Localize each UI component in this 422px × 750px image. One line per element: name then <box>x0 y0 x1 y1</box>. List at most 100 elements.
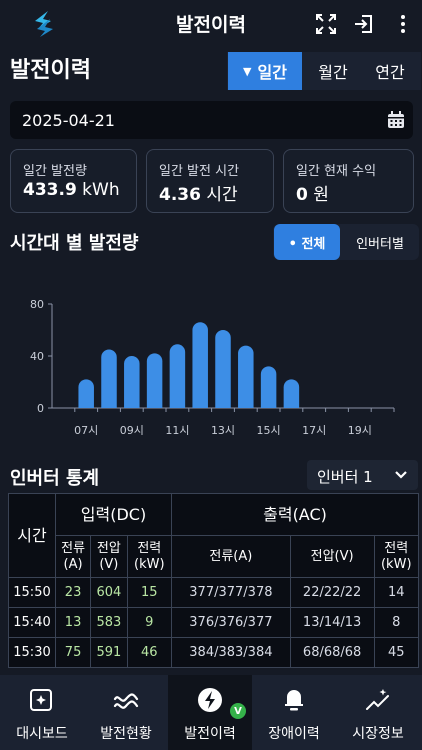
column-header-output-ac: 출력(AC) <box>171 493 419 536</box>
cell-time: 15:30 <box>8 637 56 668</box>
wave-chart-icon <box>113 693 139 709</box>
cell-in-v: 583 <box>90 607 128 638</box>
card-value: 433.9 kWh <box>23 180 120 200</box>
page-title: 발전이력 <box>10 58 91 83</box>
card-label: 일간 발전량 <box>23 164 87 179</box>
lightning-icon <box>198 688 222 712</box>
date-picker[interactable]: 2025-04-21 <box>10 101 413 139</box>
cell-out-v: 13/14/13 <box>289 607 375 638</box>
bar-11시[interactable] <box>169 344 186 408</box>
date-value: 2025-04-21 <box>22 111 115 130</box>
sparkle-trend-icon <box>366 689 389 710</box>
cell-in-kw: 46 <box>126 637 173 668</box>
cell-in-kw: 15 <box>126 577 173 608</box>
cell-out-kw: 14 <box>373 577 419 608</box>
tab-daily[interactable]: ▼ 일간 <box>228 52 302 90</box>
y-tick-label: 0 <box>37 402 44 415</box>
cell-in-v: 604 <box>90 577 128 608</box>
column-subheader: 전압(V) <box>289 535 375 578</box>
column-header-time: 시간 <box>8 493 56 578</box>
cell-out-kw: 45 <box>373 637 419 668</box>
bar-16시[interactable] <box>283 379 300 408</box>
hourly-generation-chart: 0 40 80 07시 09시 11시 13시 15시 17시 19시 <box>30 298 395 437</box>
table-row: 15:50 23 604 15 377/377/378 22/22/22 14 <box>8 577 419 608</box>
tab-monthly-label: 월간 <box>318 63 348 82</box>
x-tick-label: 13시 <box>211 424 235 437</box>
card-label: 일간 현재 수익 <box>296 164 377 179</box>
cell-out-v: 22/22/22 <box>289 577 375 608</box>
card-value: 4.36 시간 <box>159 185 238 205</box>
cell-in-kw: 9 <box>126 607 173 638</box>
table-row: 15:30 75 591 46 384/383/384 68/68/68 45 <box>8 637 419 668</box>
more-vertical-icon[interactable] <box>391 12 415 36</box>
nav-market-info-label: 시장정보 <box>352 726 404 742</box>
bar-10시[interactable] <box>146 353 163 408</box>
login-icon[interactable] <box>352 12 376 36</box>
column-header-input-dc: 입력(DC) <box>54 493 173 536</box>
tab-yearly-label: 연간 <box>375 63 405 82</box>
tab-monthly[interactable]: 월간 <box>302 52 364 90</box>
toggle-by-inverter[interactable]: 인버터별 <box>342 224 418 260</box>
nav-fault-history[interactable]: 장애이력 <box>252 675 336 750</box>
column-subheader: 전력 (kW) <box>373 535 419 578</box>
column-subheader: 전력 (kW) <box>126 535 173 578</box>
bottom-navigation: 대시보드 발전현황 V 발전이력 장애이력 시장정보 <box>0 675 422 750</box>
inverter-select-value: 인버터 1 <box>317 468 373 486</box>
x-tick-label: 19시 <box>348 424 372 437</box>
nav-dashboard[interactable]: 대시보드 <box>0 675 84 750</box>
hourly-section-title: 시간대 별 발전량 <box>10 233 139 254</box>
card-label: 일간 발전 시간 <box>159 164 240 179</box>
x-tick-label: 11시 <box>165 424 189 437</box>
inverter-section-title: 인버터 통계 <box>10 468 100 489</box>
tab-yearly[interactable]: 연간 <box>359 52 421 90</box>
bar-14시[interactable] <box>238 345 254 408</box>
y-tick-label: 40 <box>30 350 44 363</box>
top-app-bar: 발전이력 <box>0 0 422 48</box>
daily-generation-card: 일간 발전량 433.9 kWh <box>10 149 137 213</box>
bar-13시[interactable] <box>215 330 231 408</box>
calendar-icon[interactable] <box>387 111 405 129</box>
fullscreen-icon[interactable] <box>314 12 338 36</box>
bar-08시[interactable] <box>101 349 117 409</box>
x-tick-label: 15시 <box>257 424 281 437</box>
chevron-down-icon <box>395 471 407 479</box>
active-badge: V <box>230 703 246 719</box>
nav-generation-history[interactable]: V 발전이력 <box>168 675 252 750</box>
bar-15시[interactable] <box>260 366 277 408</box>
x-tick-label: 07시 <box>74 424 98 437</box>
nav-generation-status-label: 발전현황 <box>100 726 152 742</box>
cell-in-a: 23 <box>54 577 92 608</box>
column-subheader: 전류 (A) <box>54 535 92 578</box>
cell-out-a: 376/376/377 <box>171 607 291 638</box>
cell-out-a: 384/383/384 <box>171 637 291 668</box>
cell-out-kw: 8 <box>373 607 419 638</box>
column-subheader: 전압 (V) <box>90 535 128 578</box>
nav-market-info[interactable]: 시장정보 <box>336 675 420 750</box>
caret-down-icon: ▼ <box>243 64 252 78</box>
cell-time: 15:50 <box>8 577 56 608</box>
tab-daily-label: 일간 <box>257 63 287 82</box>
inverter-select[interactable]: 인버터 1 <box>307 460 418 490</box>
cell-time: 15:40 <box>8 607 56 638</box>
cell-out-v: 68/68/68 <box>289 637 375 668</box>
toggle-all[interactable]: • 전체 <box>274 224 340 260</box>
cell-in-v: 591 <box>90 637 128 668</box>
x-tick-label: 09시 <box>120 424 144 437</box>
nav-generation-status[interactable]: 발전현황 <box>84 675 168 750</box>
bar-07시[interactable] <box>78 379 94 408</box>
alarm-bell-icon <box>285 690 303 711</box>
nav-generation-history-label: 발전이력 <box>184 726 236 742</box>
inverter-stats-table: 시간 입력(DC) 출력(AC) 전류 (A) 전압 (V) 전력 (kW) 전류(A… <box>8 493 419 668</box>
card-value: 0 원 <box>296 185 329 205</box>
table-row: 15:40 13 583 9 376/376/377 13/14/13 8 <box>8 607 419 638</box>
nav-fault-history-label: 장애이력 <box>268 726 320 742</box>
cell-in-a: 75 <box>54 637 92 668</box>
daily-revenue-card: 일간 현재 수익 0 원 <box>283 149 414 213</box>
bar-12시[interactable] <box>192 322 208 408</box>
bar-09시[interactable] <box>124 356 140 408</box>
x-tick-label: 17시 <box>302 424 326 437</box>
dashboard-sparkle-icon <box>30 689 52 711</box>
column-subheader: 전류(A) <box>171 535 291 578</box>
y-tick-label: 80 <box>30 298 44 311</box>
daily-generation-hours-card: 일간 발전 시간 4.36 시간 <box>146 149 274 213</box>
